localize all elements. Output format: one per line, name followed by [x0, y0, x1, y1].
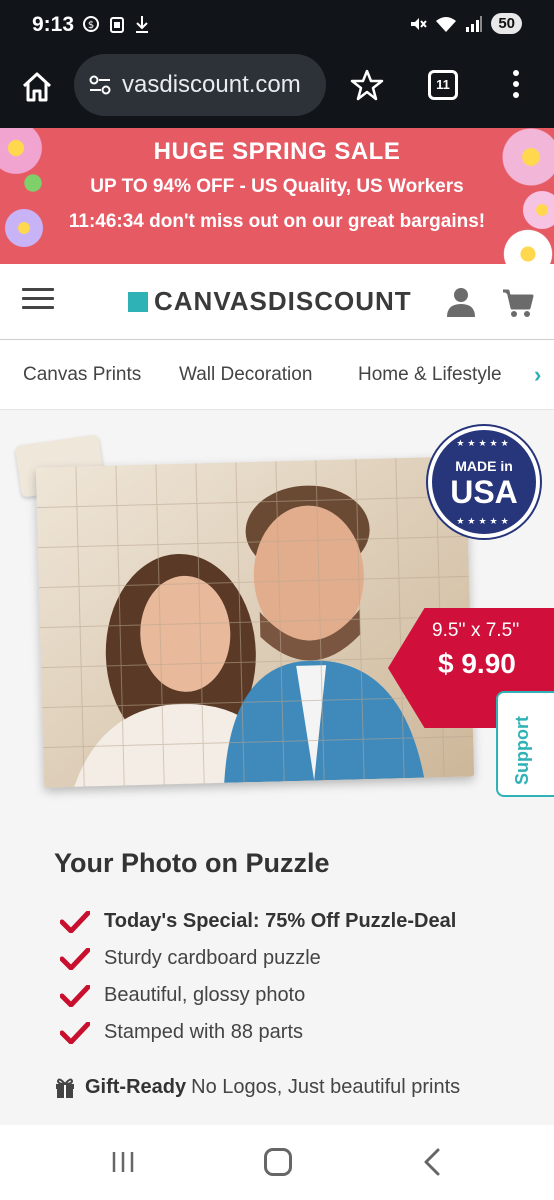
logo-text: CANVASDISCOUNT: [154, 286, 412, 316]
category-canvas-prints[interactable]: Canvas Prints: [23, 364, 141, 386]
badge-made-in: MADE in: [455, 458, 513, 474]
url-text: vasdiscount.com: [122, 71, 301, 98]
feature-item: Stamped with 88 parts: [60, 1014, 456, 1051]
recents-icon[interactable]: [110, 1149, 136, 1175]
promo-banner[interactable]: HUGE SPRING SALE UP TO 94% OFF - US Qual…: [0, 128, 554, 264]
cart-icon[interactable]: [502, 288, 534, 318]
home-nav-icon[interactable]: [264, 1148, 292, 1176]
promo-countdown: 11:46:34 don't miss out on our great bar…: [68, 211, 486, 232]
gift-ready-note: Gift-Ready No Logos, Just beautiful prin…: [54, 1075, 460, 1099]
feature-text: Today's Special: 75% Off Puzzle-Deal: [104, 910, 457, 932]
gift-ready-text: No Logos, Just beautiful prints: [191, 1075, 461, 1098]
support-button[interactable]: Support: [496, 691, 554, 797]
chevron-right-icon[interactable]: ›: [534, 362, 541, 388]
category-home-lifestyle[interactable]: Home & Lifestyle: [358, 364, 502, 386]
home-icon[interactable]: [20, 70, 54, 104]
battery-indicator: 50: [491, 13, 522, 34]
feature-text: Sturdy cardboard puzzle: [104, 947, 321, 969]
site-settings-icon[interactable]: [88, 74, 112, 96]
category-wall-decoration[interactable]: Wall Decoration: [179, 364, 312, 386]
browser-toolbar: vasdiscount.com 11: [0, 54, 554, 128]
hamburger-menu-icon[interactable]: [22, 288, 54, 312]
feature-text: Stamped with 88 parts: [104, 1021, 303, 1043]
price-size: 9.5'' x 7.5'': [432, 620, 520, 641]
gift-ready-label: Gift-Ready: [85, 1075, 187, 1098]
signal-icon: [466, 15, 483, 32]
check-icon: [60, 947, 90, 970]
made-in-usa-badge: ★★★★★ MADE in USA ★★★★★: [428, 426, 540, 538]
status-left-icons: $: [82, 14, 150, 34]
feature-item: Sturdy cardboard puzzle: [60, 940, 456, 977]
promo-subtitle: UP TO 94% OFF - US Quality, US Workers: [90, 176, 464, 197]
logo-square-icon: [128, 291, 148, 312]
back-icon[interactable]: [420, 1147, 444, 1177]
status-time: 9:13: [32, 13, 75, 36]
svg-text:$: $: [88, 20, 94, 31]
promo-title: HUGE SPRING SALE: [153, 138, 401, 165]
feature-item: Beautiful, glossy photo: [60, 977, 456, 1014]
data-saver-icon: $: [83, 16, 99, 32]
check-icon: [60, 984, 90, 1007]
badge-stars-top: ★★★★★: [456, 438, 512, 448]
status-bar: 9:13 $ 50: [0, 0, 554, 54]
wifi-icon: [436, 16, 457, 32]
download-icon: [136, 16, 148, 33]
check-icon: [60, 910, 90, 933]
site-logo[interactable]: CANVASDISCOUNT: [128, 286, 412, 317]
badge-stars-bottom: ★★★★★: [456, 516, 512, 526]
feature-list: Today's Special: 75% Off Puzzle-Deal Stu…: [60, 903, 456, 1051]
feature-text: Beautiful, glossy photo: [104, 984, 306, 1006]
check-icon: [60, 1021, 90, 1044]
tab-switcher-button[interactable]: 11: [428, 70, 458, 100]
feature-item: Today's Special: 75% Off Puzzle-Deal: [60, 903, 456, 940]
sim-icon: [110, 17, 124, 33]
site-header: CANVASDISCOUNT: [0, 264, 554, 340]
bookmark-star-icon[interactable]: [350, 68, 384, 102]
account-icon[interactable]: [446, 286, 476, 318]
couple-photo-illustration: [35, 456, 475, 788]
mute-icon: [411, 17, 428, 30]
gift-icon: [56, 1078, 74, 1098]
badge-usa: USA: [450, 474, 518, 510]
support-label: Support: [512, 716, 532, 785]
more-menu-icon[interactable]: [506, 68, 526, 102]
product-title: Your Photo on Puzzle: [54, 848, 330, 878]
price-value: $ 9.90: [438, 648, 516, 679]
category-nav: Canvas Prints Wall Decoration Home & Lif…: [0, 340, 554, 410]
status-right-icons: 50: [409, 13, 522, 34]
system-nav-bar: [0, 1125, 554, 1200]
address-bar[interactable]: vasdiscount.com: [74, 54, 326, 116]
puzzle-product-image[interactable]: [35, 456, 475, 788]
product-hero: ★★★★★ MADE in USA ★★★★★ 9.5'' x 7.5'' $ …: [0, 410, 554, 1125]
